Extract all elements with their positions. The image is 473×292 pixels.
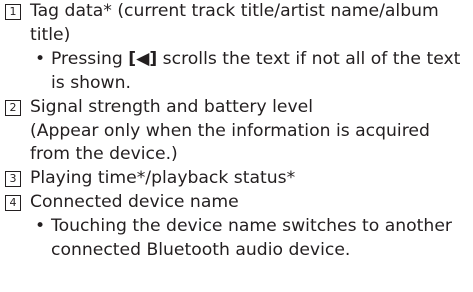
- item-text-device-name: Connected device name: [30, 192, 239, 213]
- item-number-4: 4: [5, 195, 21, 212]
- manual-item-list: 1 Tag data* (current track title/artist …: [5, 0, 471, 263]
- scroll-button-label: [◀]: [128, 48, 158, 69]
- list-item-playing-time: 3 Playing time*/playback status*: [5, 167, 471, 191]
- sub-bullet-scroll: • Pressing [◀] scrolls the text if not a…: [32, 48, 471, 96]
- item-text-playing-time: Playing time*/playback status*: [30, 168, 296, 189]
- item-note-signal-battery: (Appear only when the information is acq…: [30, 120, 430, 165]
- bullet-dot: •: [35, 216, 46, 237]
- list-item-signal-battery: 2 Signal strength and battery level (App…: [5, 96, 471, 168]
- item-number-3: 3: [5, 171, 21, 188]
- bullet-dot: •: [35, 48, 46, 69]
- list-item-tag-data: 1 Tag data* (current track title/artist …: [5, 0, 471, 96]
- item-number-1: 1: [5, 4, 21, 20]
- bullet-text-prefix: Pressing: [51, 48, 129, 69]
- sub-bullet-switch-device: • Touching the device name switches to a…: [32, 215, 471, 263]
- item-text-signal-battery: Signal strength and battery level: [30, 96, 313, 117]
- item-text-tag-data: Tag data* (current track title/artist na…: [30, 1, 439, 45]
- list-item-device-name: 4 Connected device name • Touching the d…: [5, 191, 471, 263]
- bullet-text-switch-device: Touching the device name switches to ano…: [51, 216, 452, 261]
- item-number-2: 2: [5, 99, 21, 116]
